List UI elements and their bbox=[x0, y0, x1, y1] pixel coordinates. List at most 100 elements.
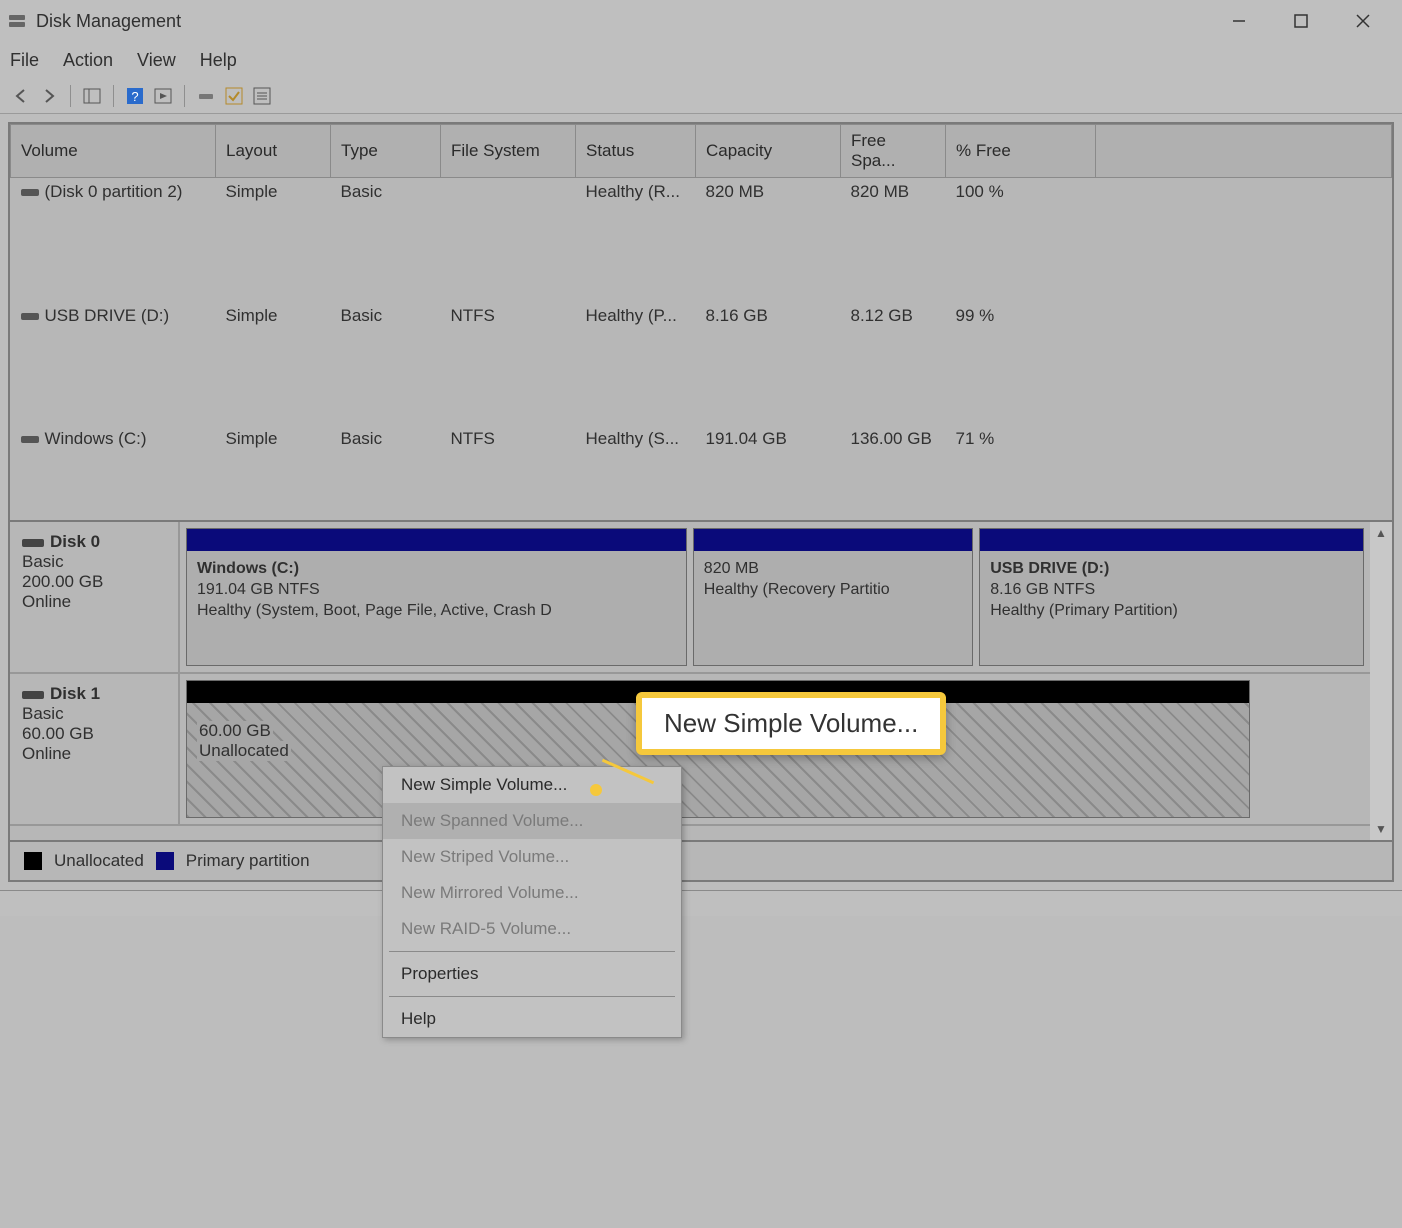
col-layout[interactable]: Layout bbox=[216, 125, 331, 178]
vol-type: Basic bbox=[331, 178, 441, 303]
table-row[interactable]: USB DRIVE (D:) Simple Basic NTFS Healthy… bbox=[11, 302, 1392, 425]
panel-icon[interactable] bbox=[81, 85, 103, 107]
disk-name: Disk 1 bbox=[50, 684, 100, 703]
callout-annotation: New Simple Volume... bbox=[636, 692, 946, 755]
menu-new-spanned-volume[interactable]: New Spanned Volume... bbox=[383, 803, 681, 839]
vol-capacity: 191.04 GB bbox=[696, 425, 841, 520]
unalloc-label: Unallocated bbox=[197, 741, 291, 761]
menu-new-striped-volume[interactable]: New Striped Volume... bbox=[383, 839, 681, 875]
view-icon[interactable] bbox=[152, 85, 174, 107]
col-free[interactable]: Free Spa... bbox=[841, 125, 946, 178]
vol-fs: NTFS bbox=[441, 302, 576, 425]
vol-type: Basic bbox=[331, 425, 441, 520]
disk-icon bbox=[22, 539, 44, 547]
legend-swatch-unallocated bbox=[24, 852, 42, 870]
partition[interactable]: Windows (C:) 191.04 GB NTFS Healthy (Sys… bbox=[186, 528, 687, 666]
menu-view[interactable]: View bbox=[137, 50, 176, 71]
check-icon[interactable] bbox=[223, 85, 245, 107]
maximize-button[interactable] bbox=[1270, 0, 1332, 42]
vol-name: (Disk 0 partition 2) bbox=[45, 182, 183, 201]
legend-primary: Primary partition bbox=[186, 851, 310, 871]
col-spare bbox=[1096, 125, 1392, 178]
legend-swatch-primary bbox=[156, 852, 174, 870]
window-title: Disk Management bbox=[36, 11, 1208, 32]
svg-text:?: ? bbox=[131, 89, 138, 104]
window-controls bbox=[1208, 0, 1394, 42]
volume-table-header: Volume Layout Type File System Status Ca… bbox=[11, 125, 1392, 178]
scroll-down-icon[interactable]: ▼ bbox=[1375, 822, 1387, 836]
vol-layout: Simple bbox=[216, 178, 331, 303]
vol-pct: 71 % bbox=[946, 425, 1096, 520]
close-button[interactable] bbox=[1332, 0, 1394, 42]
context-menu: New Simple Volume... New Spanned Volume.… bbox=[382, 766, 682, 1038]
table-row[interactable]: (Disk 0 partition 2) Simple Basic Health… bbox=[11, 178, 1392, 303]
vol-free: 820 MB bbox=[841, 178, 946, 303]
main-container: Volume Layout Type File System Status Ca… bbox=[8, 122, 1394, 882]
refresh-icon[interactable] bbox=[195, 85, 217, 107]
disk-panel: Disk 0 Basic 200.00 GB Online Windows (C… bbox=[10, 520, 1392, 840]
back-icon[interactable] bbox=[10, 85, 32, 107]
disk-info[interactable]: Disk 0 Basic 200.00 GB Online bbox=[10, 522, 180, 672]
menu-file[interactable]: File bbox=[10, 50, 39, 71]
partition-health: Healthy (Recovery Partitio bbox=[704, 580, 962, 601]
legend: Unallocated Primary partition bbox=[10, 840, 1392, 880]
scrollbar-vertical[interactable]: ▲ ▼ bbox=[1370, 522, 1392, 840]
partition[interactable]: USB DRIVE (D:) 8.16 GB NTFS Healthy (Pri… bbox=[979, 528, 1364, 666]
vol-fs bbox=[441, 178, 576, 303]
disk-info[interactable]: Disk 1 Basic 60.00 GB Online bbox=[10, 674, 180, 824]
legend-unallocated: Unallocated bbox=[54, 851, 144, 871]
list-icon[interactable] bbox=[251, 85, 273, 107]
scroll-up-icon[interactable]: ▲ bbox=[1375, 526, 1387, 540]
drive-icon bbox=[21, 436, 39, 443]
col-status[interactable]: Status bbox=[576, 125, 696, 178]
toolbar: ? bbox=[0, 78, 1402, 114]
menu-new-mirrored-volume[interactable]: New Mirrored Volume... bbox=[383, 875, 681, 911]
menu-action[interactable]: Action bbox=[63, 50, 113, 71]
vol-layout: Simple bbox=[216, 425, 331, 520]
disk-row: Disk 0 Basic 200.00 GB Online Windows (C… bbox=[10, 522, 1370, 674]
disk-partitions: Windows (C:) 191.04 GB NTFS Healthy (Sys… bbox=[180, 522, 1370, 672]
menu-new-simple-volume[interactable]: New Simple Volume... bbox=[383, 767, 681, 803]
disk-type: Basic bbox=[22, 704, 166, 724]
menu-separator bbox=[389, 996, 675, 997]
partition-health: Healthy (Primary Partition) bbox=[990, 601, 1353, 622]
forward-icon[interactable] bbox=[38, 85, 60, 107]
menu-help[interactable]: Help bbox=[200, 50, 237, 71]
menu-separator bbox=[389, 951, 675, 952]
partition-bar bbox=[187, 529, 686, 551]
vol-fs: NTFS bbox=[441, 425, 576, 520]
disk-name: Disk 0 bbox=[50, 532, 100, 551]
col-type[interactable]: Type bbox=[331, 125, 441, 178]
callout-text: New Simple Volume... bbox=[664, 708, 918, 738]
help-icon[interactable]: ? bbox=[124, 85, 146, 107]
vol-name: USB DRIVE (D:) bbox=[45, 306, 170, 325]
callout-dot bbox=[590, 784, 602, 796]
minimize-button[interactable] bbox=[1208, 0, 1270, 42]
statusbar bbox=[0, 890, 1402, 916]
vol-name: Windows (C:) bbox=[45, 429, 147, 448]
titlebar: Disk Management bbox=[0, 0, 1402, 42]
col-pct[interactable]: % Free bbox=[946, 125, 1096, 178]
vol-capacity: 8.16 GB bbox=[696, 302, 841, 425]
table-row[interactable]: Windows (C:) Simple Basic NTFS Healthy (… bbox=[11, 425, 1392, 520]
drive-icon bbox=[21, 313, 39, 320]
disk-state: Online bbox=[22, 744, 166, 764]
vol-status: Healthy (P... bbox=[576, 302, 696, 425]
menu-new-raid5-volume[interactable]: New RAID-5 Volume... bbox=[383, 911, 681, 947]
vol-free: 8.12 GB bbox=[841, 302, 946, 425]
disk-icon bbox=[22, 691, 44, 699]
menu-help[interactable]: Help bbox=[383, 1001, 681, 1037]
partition[interactable]: 820 MB Healthy (Recovery Partitio bbox=[693, 528, 973, 666]
col-filesystem[interactable]: File System bbox=[441, 125, 576, 178]
col-volume[interactable]: Volume bbox=[11, 125, 216, 178]
partition-bar bbox=[694, 529, 972, 551]
disk-type: Basic bbox=[22, 552, 166, 572]
menubar: File Action View Help bbox=[0, 42, 1402, 78]
menu-properties[interactable]: Properties bbox=[383, 956, 681, 992]
app-icon bbox=[8, 12, 26, 30]
col-capacity[interactable]: Capacity bbox=[696, 125, 841, 178]
vol-pct: 99 % bbox=[946, 302, 1096, 425]
toolbar-separator bbox=[113, 85, 114, 107]
vol-status: Healthy (S... bbox=[576, 425, 696, 520]
volume-list-pane: Volume Layout Type File System Status Ca… bbox=[10, 124, 1392, 520]
